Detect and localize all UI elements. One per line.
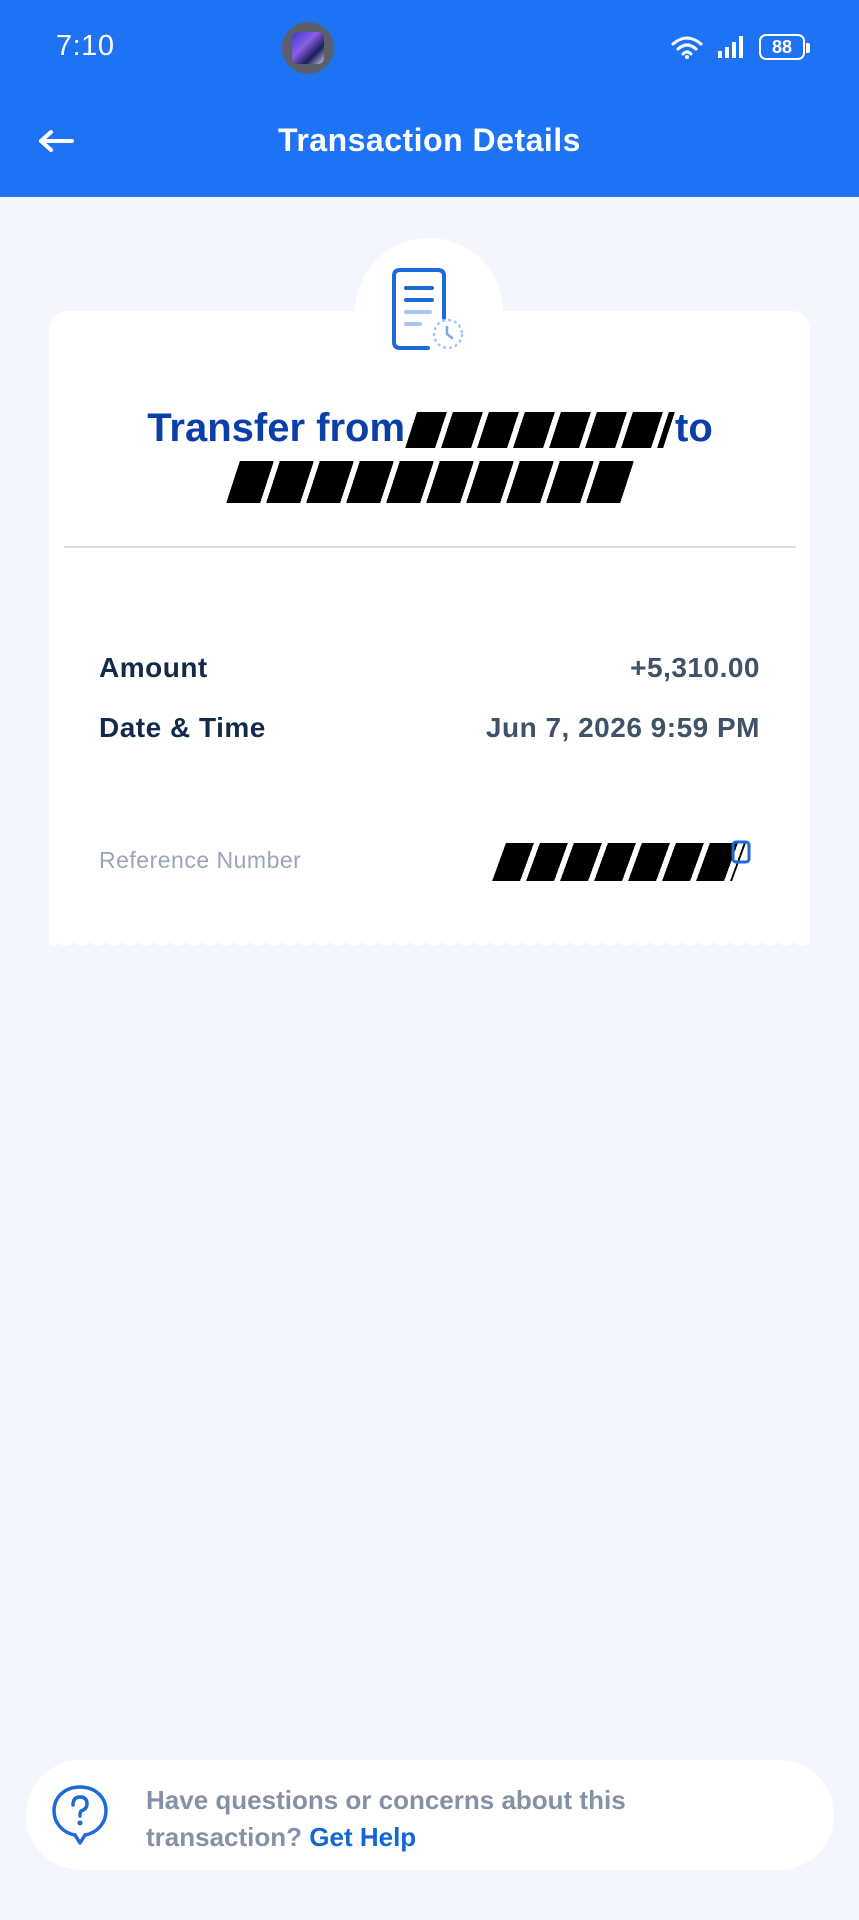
get-help-link[interactable]: Get Help <box>309 1822 416 1852</box>
transfer-title: Transfer from to <box>90 402 770 506</box>
transfer-middle: to <box>675 406 713 450</box>
card-scalloped-edge <box>49 936 810 946</box>
transfer-prefix: Transfer from <box>147 406 406 450</box>
question-bubble-icon <box>52 1785 108 1845</box>
copy-icon[interactable] <box>728 840 752 870</box>
datetime-value: Jun 7, 2026 9:59 PM <box>485 712 760 743</box>
app-header: 7:10 88 Transaction Details <box>0 0 859 197</box>
reference-label: Reference Number <box>99 847 302 873</box>
signal-icon <box>718 36 743 58</box>
redacted-reference-number <box>492 843 746 881</box>
amount-label: Amount <box>99 652 208 683</box>
redacted-destination <box>225 461 635 504</box>
datetime-label: Date & Time <box>99 712 266 743</box>
battery-indicator: 88 <box>759 34 810 60</box>
wifi-icon <box>671 36 703 59</box>
notification-app-icon <box>282 22 334 74</box>
help-text: Have questions or concerns about this tr… <box>146 1782 746 1856</box>
card-divider <box>64 546 796 548</box>
page-title: Transaction Details <box>278 122 581 158</box>
amount-value: +5,310.00 <box>630 652 760 683</box>
status-icons: 88 <box>671 34 810 60</box>
receipt-clock-icon <box>392 268 464 350</box>
redacted-source <box>405 412 675 449</box>
status-time: 7:10 <box>56 30 115 62</box>
